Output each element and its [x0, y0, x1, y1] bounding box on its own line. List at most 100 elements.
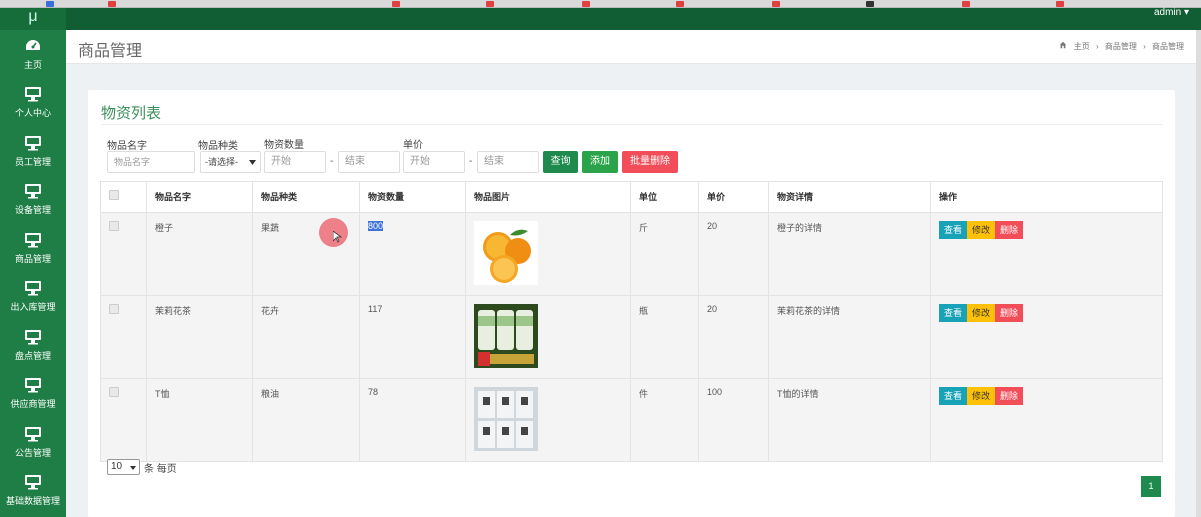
type-filter-label: 物品种类 [198, 141, 238, 152]
qty-end-input[interactable]: 结束 [338, 151, 400, 173]
row-select-cell [100, 378, 147, 462]
sidebar-item[interactable]: 员工管理 [0, 127, 66, 176]
row-checkbox[interactable] [109, 387, 119, 397]
actions-cell: 查看 修改 删除 [930, 212, 1163, 296]
price-range-dash: - [469, 156, 473, 167]
delete-button[interactable]: 删除 [995, 221, 1024, 239]
name-cell: 茉莉花茶 [146, 295, 253, 379]
browser-tab-icon [486, 1, 494, 7]
sidebar-item-label: 员工管理 [14, 156, 51, 167]
row-checkbox[interactable] [109, 221, 119, 231]
query-button[interactable]: 查询 [543, 151, 578, 173]
column-header: 物品图片 [465, 181, 631, 213]
monitor-icon [25, 426, 41, 442]
mouse-cursor-highlight [319, 218, 348, 247]
sidebar-item[interactable]: 个人中心 [0, 79, 66, 128]
page-number-button[interactable]: 1 [1141, 476, 1161, 497]
type-cell: 粮油 [252, 378, 360, 462]
sidebar-item-label: 基础数据管理 [5, 496, 60, 507]
breadcrumb-current: 商品管理 [1152, 42, 1184, 51]
type-filter-select[interactable]: -请选择- [200, 151, 261, 173]
unit-cell: 件 [630, 378, 699, 462]
detail-cell: 茉莉花茶的详情 [768, 295, 931, 379]
sidebar-item-label: 供应商管理 [10, 399, 56, 410]
select-all-checkbox[interactable] [109, 190, 119, 200]
add-button[interactable]: 添加 [582, 151, 618, 173]
view-button[interactable]: 查看 [939, 304, 968, 322]
price-end-input[interactable]: 结束 [477, 151, 539, 173]
sidebar-item[interactable]: 公告管理 [0, 418, 66, 467]
sidebar-item-label: 盘点管理 [14, 350, 51, 361]
edit-button[interactable]: 修改 [967, 221, 996, 239]
name-filter-input[interactable]: 物品名字 [107, 151, 195, 173]
sidebar-item[interactable]: 主页 [0, 30, 66, 79]
topbar: admin ▾ [66, 8, 1201, 30]
tshirt-image [474, 387, 538, 451]
price-filter-label: 单价 [403, 140, 423, 151]
page-header: 商品管理 主页 › 商品管理 › 商品管理 [66, 30, 1196, 64]
page-title: 商品管理 [78, 43, 143, 60]
per-page-select[interactable]: 10 [107, 459, 140, 475]
browser-tab-icon [582, 1, 590, 7]
tea-image [474, 304, 538, 368]
delete-button[interactable]: 删除 [995, 387, 1024, 405]
edit-button[interactable]: 修改 [967, 387, 996, 405]
price-cell: 20 [698, 295, 769, 379]
unit-cell: 瓶 [630, 295, 699, 379]
breadcrumb-separator: › [1143, 42, 1146, 51]
name-filter-label: 物品名字 [107, 141, 147, 152]
edit-button[interactable]: 修改 [967, 304, 996, 322]
monitor-icon [25, 87, 41, 102]
page-scrollbar[interactable] [1196, 30, 1201, 517]
browser-tab-strip [0, 0, 1201, 8]
table-row: 茉莉花茶 花卉 117 瓶 20 茉莉花茶的详情 查看 修改 删除 [100, 295, 1163, 379]
browser-tab-icon [676, 1, 684, 7]
sidebar-item[interactable]: 基础数据管理 [0, 467, 66, 516]
browser-tab-icon [1056, 1, 1064, 7]
row-checkbox[interactable] [109, 304, 119, 314]
sidebar: μ 主页个人中心员工管理设备管理 商品管理出入库管理盘点管理供应商管理公告管理基础… [0, 8, 66, 517]
qty-start-input[interactable]: 开始 [264, 151, 326, 173]
detail-cell: 橙子的详情 [768, 212, 931, 296]
sidebar-item[interactable]: 出入库管理 [0, 273, 66, 322]
app-logo: μ [0, 8, 66, 30]
price-start-input[interactable]: 开始 [403, 151, 465, 173]
name-cell: 橙子 [146, 212, 253, 296]
delete-button[interactable]: 删除 [995, 304, 1024, 322]
user-menu[interactable]: admin ▾ [1154, 8, 1189, 18]
sidebar-item-label: 出入库管理 [10, 302, 56, 313]
sidebar-nav: 主页个人中心员工管理设备管理 商品管理出入库管理盘点管理供应商管理公告管理基础数据… [0, 30, 66, 515]
sidebar-item[interactable]: 盘点管理 [0, 321, 66, 370]
monitor-icon [25, 329, 41, 345]
sidebar-item[interactable]: 供应商管理 [0, 370, 66, 419]
select-all-cell [100, 181, 147, 213]
batch-delete-button[interactable]: 批量删除 [622, 151, 678, 173]
cursor-arrow-icon [333, 231, 343, 243]
column-header: 单价 [698, 181, 769, 213]
row-select-cell [100, 295, 147, 379]
column-header: 操作 [930, 181, 1163, 213]
breadcrumb-home[interactable]: 主页 [1074, 42, 1090, 51]
sidebar-item-label: 个人中心 [14, 108, 51, 119]
breadcrumb-section[interactable]: 商品管理 [1105, 42, 1137, 51]
qty-cell: 117 [359, 295, 466, 379]
monitor-icon [25, 135, 41, 151]
view-button[interactable]: 查看 [939, 221, 968, 239]
qty-cell: 78 [359, 378, 466, 462]
monitor-icon [25, 184, 41, 199]
price-cell: 100 [698, 378, 769, 462]
table-row: T恤 粮油 78 件 100 T恤的详情 查看 修改 删除 [100, 378, 1163, 462]
monitor-icon [25, 281, 41, 296]
card-title: 物资列表 [101, 105, 162, 122]
sidebar-item[interactable]: 设备管理 [0, 176, 66, 225]
view-button[interactable]: 查看 [939, 387, 968, 405]
browser-tab-icon [392, 1, 400, 7]
type-filter-value: -请选择- [205, 157, 238, 167]
name-cell: T恤 [146, 378, 253, 462]
home-icon [1060, 41, 1067, 49]
sidebar-item[interactable]: 商品管理 [0, 224, 66, 273]
monitor-icon [25, 378, 41, 393]
price-cell: 20 [698, 212, 769, 296]
per-page-value: 10 [111, 461, 123, 472]
column-header: 物品名字 [146, 181, 253, 213]
